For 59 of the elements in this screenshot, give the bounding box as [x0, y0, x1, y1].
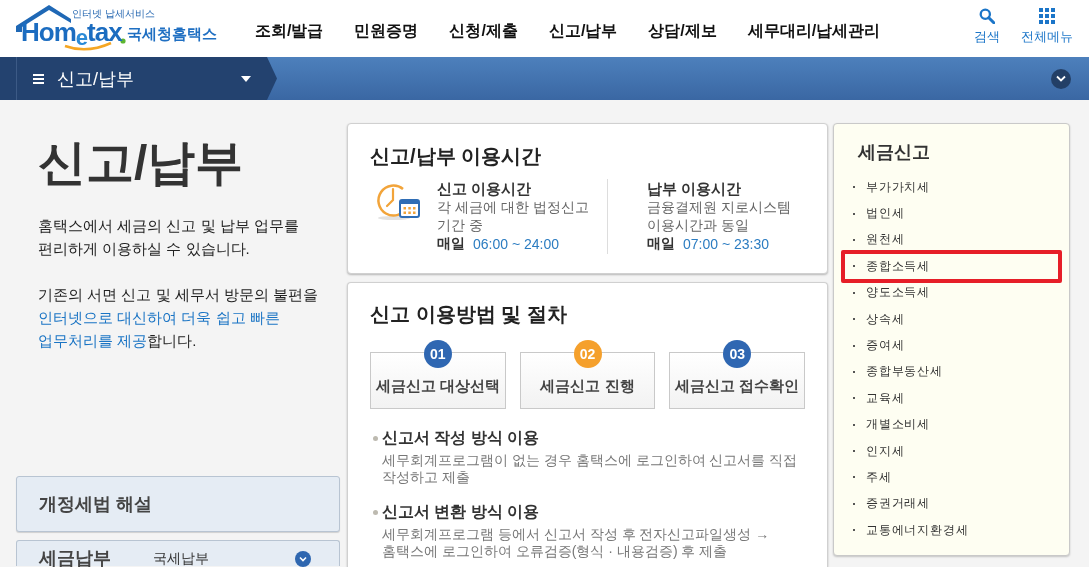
search-button[interactable]: 검색	[974, 8, 1000, 45]
nav-menu-item[interactable]: 신청/제출	[449, 19, 518, 43]
intro-paragraph: 기존의 서면 신고 및 세무서 방문의 불편을 인터넷으로 대신하여 더욱 쉽고 빠른 업무처리를 제공합니다.	[38, 285, 319, 351]
card-link[interactable]: 국세납부	[153, 549, 209, 567]
step-label: 세금신고 진행	[540, 377, 635, 396]
tax-menu-item[interactable]: 부가가치세	[841, 174, 1062, 201]
tax-menu-item[interactable]: 종합소득세	[841, 250, 1062, 283]
tax-menu-item[interactable]: 종합부동산세	[841, 358, 1062, 386]
hours-heading: 신고 이용시간	[437, 179, 532, 198]
tax-menu-item[interactable]: 교통에너지환경세	[841, 517, 1062, 544]
method-heading: 신고서 작성 방식 이용	[382, 428, 540, 448]
search-icon	[979, 8, 995, 24]
intro-paragraph: 홈택스에서 세금의 신고 및 납부 업무를 편리하게 이용하실 수 있습니다.	[38, 216, 300, 259]
hours-heading: 납부 이용시간	[647, 179, 742, 198]
bullet-icon	[373, 435, 378, 441]
method-heading: 신고서 변환 방식 이용	[382, 502, 540, 522]
bullet-icon	[373, 509, 378, 515]
step-number-badge: 01	[423, 340, 452, 368]
link-card[interactable]: 세금납부 국세납부	[16, 540, 340, 566]
hours-description: 금융결제원 지로시스템 이용시간과 동일	[647, 198, 791, 234]
card-title: 개정세법 해설	[39, 495, 152, 513]
nav-menu-item[interactable]: 세무대리/납세관리	[747, 19, 881, 43]
time-range: 07:00 ~ 23:30	[683, 236, 770, 252]
card-title: 세금납부	[39, 549, 111, 567]
tax-menu-item[interactable]: 주세	[841, 464, 1062, 491]
panel-heading: 세금신고	[858, 141, 930, 163]
expand-button[interactable]	[1051, 68, 1071, 89]
chevron-down-icon	[1056, 75, 1066, 82]
hours-description: 각 세금에 대한 법정신고 기간 중	[437, 198, 589, 234]
nav-menu-item[interactable]: 상담/제보	[648, 19, 717, 43]
grid-icon	[1039, 8, 1055, 24]
card-heading: 신고/납부 이용시간	[370, 144, 542, 168]
caret-icon	[241, 75, 251, 82]
menu-icon	[33, 73, 44, 84]
nav-menu-item[interactable]: 민원증명	[354, 19, 419, 43]
tax-menu-item[interactable]: 교육세	[841, 385, 1062, 412]
step-number-badge: 03	[723, 340, 752, 368]
card-heading: 신고 이용방법 및 절차	[370, 302, 567, 326]
tax-menu-item[interactable]: 상속세	[841, 305, 1062, 333]
page-title: 신고/납부	[38, 135, 245, 191]
step-label: 세금신고 접수확인	[675, 377, 800, 396]
clock-calendar-icon	[376, 181, 420, 221]
hometax-logo[interactable]: 인터넷 납세서비스 Hom$_{e}$tax 국세청홈택스	[15, 2, 223, 52]
step-number-badge: 02	[573, 340, 602, 368]
nav-menu-item[interactable]: 조회/발급	[255, 19, 324, 43]
link-card[interactable]: 개정세법 해설	[16, 476, 340, 532]
tax-menu-item[interactable]: 법인세	[841, 200, 1062, 227]
time-range: 06:00 ~ 24:00	[473, 236, 560, 252]
nav-menu-item[interactable]: 신고/납부	[548, 19, 618, 43]
tax-menu-item[interactable]: 인지세	[841, 437, 1062, 465]
method-description: 세무회계프로그램이 없는 경우 홈택스에 로그인하여 신고서를 직접 작성하고 제출	[382, 452, 799, 486]
step-label: 세금신고 대상선택	[375, 377, 500, 396]
day-label: 매일	[647, 235, 675, 253]
tax-menu-item[interactable]: 개별소비세	[841, 411, 1062, 438]
method-description: 세무회계프로그램 등에서 신고서 작성 후 전자신고파일생성 → 홈택스에 로그인하여 오류검증(형식 · 내용검증) 후 제출	[382, 526, 771, 560]
tax-menu-item[interactable]: 증권거래세	[841, 490, 1062, 518]
tax-menu-item[interactable]: 증여세	[841, 332, 1062, 359]
all-menu-button[interactable]: 전체메뉴	[1021, 8, 1073, 45]
day-label: 매일	[437, 235, 465, 253]
